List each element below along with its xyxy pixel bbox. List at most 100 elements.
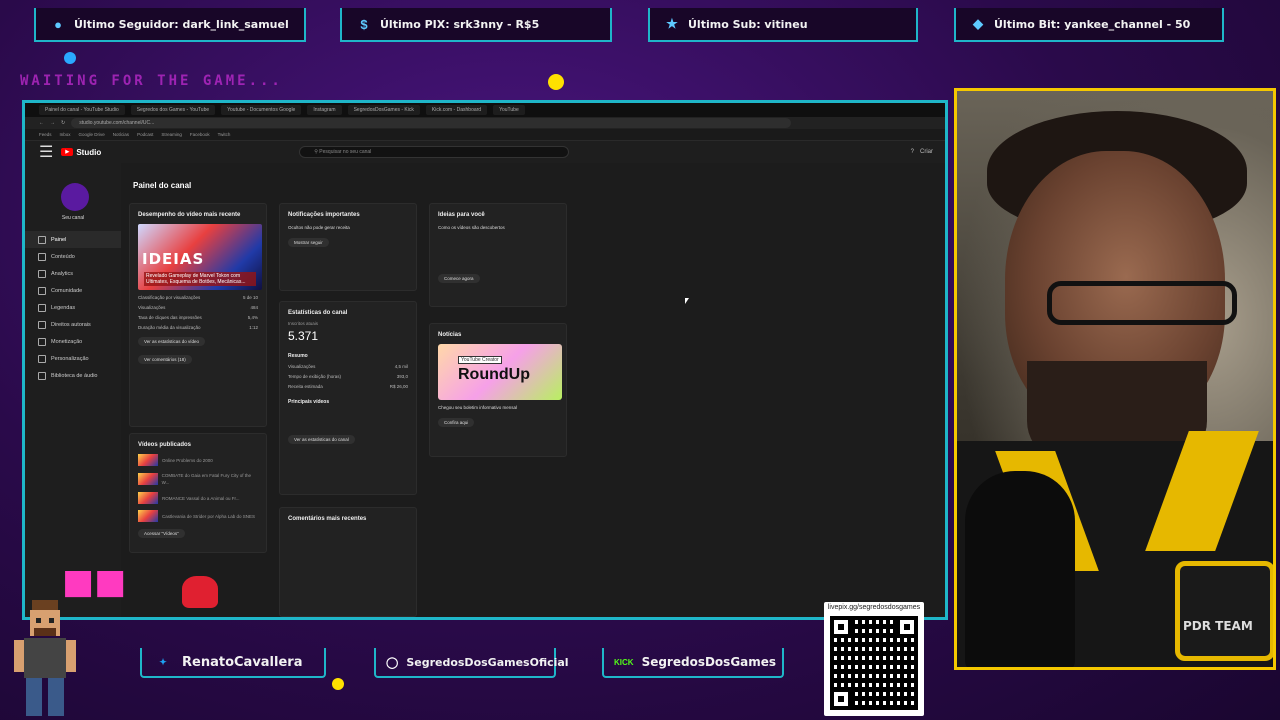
sidebar-item-conteudo[interactable]: Conteúdo — [25, 248, 121, 265]
kick-icon: KICK — [614, 657, 634, 667]
team-logo-text: PDR TEAM — [1183, 619, 1253, 633]
search-input[interactable]: ⚲ Pesquisar no seu canal — [299, 146, 570, 158]
video-thumb — [138, 454, 158, 466]
list-item[interactable]: ROMANCE Vassal do a Animal ou Fr... — [138, 492, 258, 504]
bookmark[interactable]: Twitch — [218, 132, 231, 137]
videos-button[interactable]: Acessar "Vídeos" — [138, 529, 185, 538]
browser-tab[interactable]: Youtube - Documentos Google — [221, 105, 302, 115]
url-field[interactable]: studio.youtube.com/channel/UC... — [71, 118, 792, 128]
kick-handle: SegredosDosGames — [641, 655, 777, 669]
card-title: Vídeos publicados — [138, 442, 192, 448]
news-button[interactable]: Confira aqui — [438, 418, 475, 427]
video-thumb — [138, 492, 158, 504]
create-button[interactable]: Criar — [920, 149, 933, 155]
forward-icon[interactable]: → — [50, 120, 55, 126]
twitter-handle: RenatoCavallera — [182, 654, 303, 670]
summary-title: Resumo — [288, 353, 308, 359]
alert-follower-text: Último Seguidor: dark_link_samuel — [74, 17, 289, 31]
sidebar-item-legendas[interactable]: Legendas — [25, 299, 121, 316]
sidebar-item-painel[interactable]: Painel — [25, 231, 121, 248]
notifications-card: Notificações importantes Ocultos não pod… — [279, 203, 417, 291]
ideas-button[interactable]: Comece agora — [438, 274, 480, 283]
roundup-tag: YouTube Creator — [458, 356, 502, 364]
sidebar-item-personalizacao[interactable]: Personalização — [25, 350, 121, 367]
stat-row: Visualizações 4,5 mil — [288, 364, 408, 369]
list-item[interactable]: COMBATE do Gaia em Fatal Fury City of th… — [138, 472, 258, 486]
invader-icon: ■■ — [62, 562, 127, 602]
subs-label: Inscritos atuais — [288, 321, 319, 326]
alert-pix: $ Último PIX: srk3nny - R$5 — [340, 8, 612, 42]
list-item[interactable]: Online Problems do 2000 — [138, 454, 258, 466]
thumb-caption: Revelado Gameplay de Marvel Tokon com Ul… — [144, 272, 256, 286]
roundup-banner[interactable]: YouTube Creator RoundUp — [438, 344, 562, 400]
list-item[interactable]: Castlevania de Strider por Alpha Lab do … — [138, 510, 258, 522]
sidebar-item-comunidade[interactable]: Comunidade — [25, 282, 121, 299]
browser-tab[interactable]: Segredos dos Games - YouTube — [130, 105, 216, 115]
card-title: Ideias para você — [438, 212, 485, 218]
bookmarks-bar: Feeds Inbox Google Drive Notícias Podcas… — [25, 129, 945, 141]
decor-dot — [332, 678, 344, 690]
bookmark[interactable]: Inbox — [60, 132, 71, 137]
sidebar-item-direitos[interactable]: Direitos autorais — [25, 316, 121, 333]
browser-tab[interactable]: Instagram — [307, 105, 342, 115]
bookmark[interactable]: Feeds — [39, 132, 52, 137]
twitter-icon: ✦ — [159, 656, 167, 667]
studio-label: Studio — [76, 147, 102, 157]
dollar-icon: $ — [360, 16, 368, 32]
sidebar-item-audio[interactable]: Biblioteca de áudio — [25, 367, 121, 384]
alert-bits: ◆ Último Bit: yankee_channel - 50 — [954, 8, 1224, 42]
sidebar-item-analytics[interactable]: Analytics — [25, 265, 121, 282]
bookmark[interactable]: Streaming — [161, 132, 182, 137]
page-title: Painel do canal — [133, 181, 192, 190]
header-actions: ? Criar — [911, 149, 933, 155]
comments-button[interactable]: Ver comentários (18) — [138, 355, 192, 364]
decor-dot — [548, 74, 564, 90]
alert-follower: ● Último Seguidor: dark_link_samuel — [34, 8, 306, 42]
video-thumb — [138, 510, 158, 522]
alert-sub: ★ Último Sub: vitineu — [648, 8, 918, 42]
waiting-text: WAITING FOR THE GAME... — [20, 73, 283, 89]
sidebar-item-monetizacao[interactable]: Monetização — [25, 333, 121, 350]
avatar[interactable] — [61, 183, 89, 211]
card-title: Desempenho do vídeo mais recente — [138, 212, 241, 218]
social-kick: KICK SegredosDosGames — [602, 648, 784, 678]
latest-video-card: Desempenho do vídeo mais recente IDEIAS … — [129, 203, 267, 427]
notification-button[interactable]: Mostrar seguir — [288, 238, 329, 247]
video-stats-button[interactable]: Ver as estatísticas do vídeo — [138, 337, 206, 346]
team-logo — [1175, 561, 1273, 661]
bookmark[interactable]: Facebook — [190, 132, 210, 137]
studio-logo[interactable]: ▶ Studio — [61, 148, 101, 157]
browser-tab[interactable]: YouTube — [493, 105, 525, 115]
browser-tab[interactable]: SegredosDosGames - Kick — [347, 105, 420, 115]
qr-corner — [830, 616, 852, 638]
bookmark[interactable]: Podcast — [137, 132, 153, 137]
diamond-icon: ◆ — [973, 16, 983, 31]
notification-subtitle: Ocultos não pode gerar receita — [288, 225, 350, 230]
bookmark[interactable]: Google Drive — [79, 132, 105, 137]
alert-pix-text: Último PIX: srk3nny - R$5 — [380, 17, 540, 31]
channel-stats-button[interactable]: Ver as estatísticas do canal — [288, 435, 355, 444]
webcam-frame: PDR TEAM — [954, 88, 1276, 670]
user-icon: ● — [54, 16, 62, 32]
back-icon[interactable]: ← — [39, 120, 44, 126]
browser-window: Painel do canal - YouTube Studio Segredo… — [22, 100, 948, 620]
instagram-handle: SegredosDosGamesOficial — [406, 655, 569, 669]
bird-icon — [182, 576, 218, 608]
card-title: Notificações importantes — [288, 212, 360, 218]
channel-stats-card: Estatísticas do canal Inscritos atuais 5… — [279, 301, 417, 495]
ideas-card: Ideias para você Como os vídeos são desc… — [429, 203, 567, 307]
browser-tab[interactable]: Painel do canal - YouTube Studio — [39, 105, 125, 115]
studio-sidebar: Seu canal Painel Conteúdo Analytics Comu… — [25, 163, 121, 617]
qr-corner — [830, 688, 852, 710]
help-icon[interactable]: ? — [911, 149, 914, 155]
reload-icon[interactable]: ↻ — [61, 120, 65, 126]
browser-tab[interactable]: Kick.com - Dashboard — [425, 105, 488, 115]
card-title: Estatísticas do canal — [288, 310, 348, 316]
video-thumbnail[interactable]: IDEIAS Revelado Gameplay de Marvel Tokon… — [138, 224, 262, 290]
menu-icon[interactable]: ☰ — [39, 142, 53, 162]
alert-bits-text: Último Bit: yankee_channel - 50 — [994, 17, 1191, 31]
news-subtitle: Chegou seu boletim informativo mensal — [438, 405, 518, 410]
bookmark[interactable]: Notícias — [113, 132, 129, 137]
social-instagram: ◯ SegredosDosGamesOficial — [374, 648, 569, 678]
published-videos-card: Vídeos publicados Online Problems do 200… — [129, 433, 267, 553]
